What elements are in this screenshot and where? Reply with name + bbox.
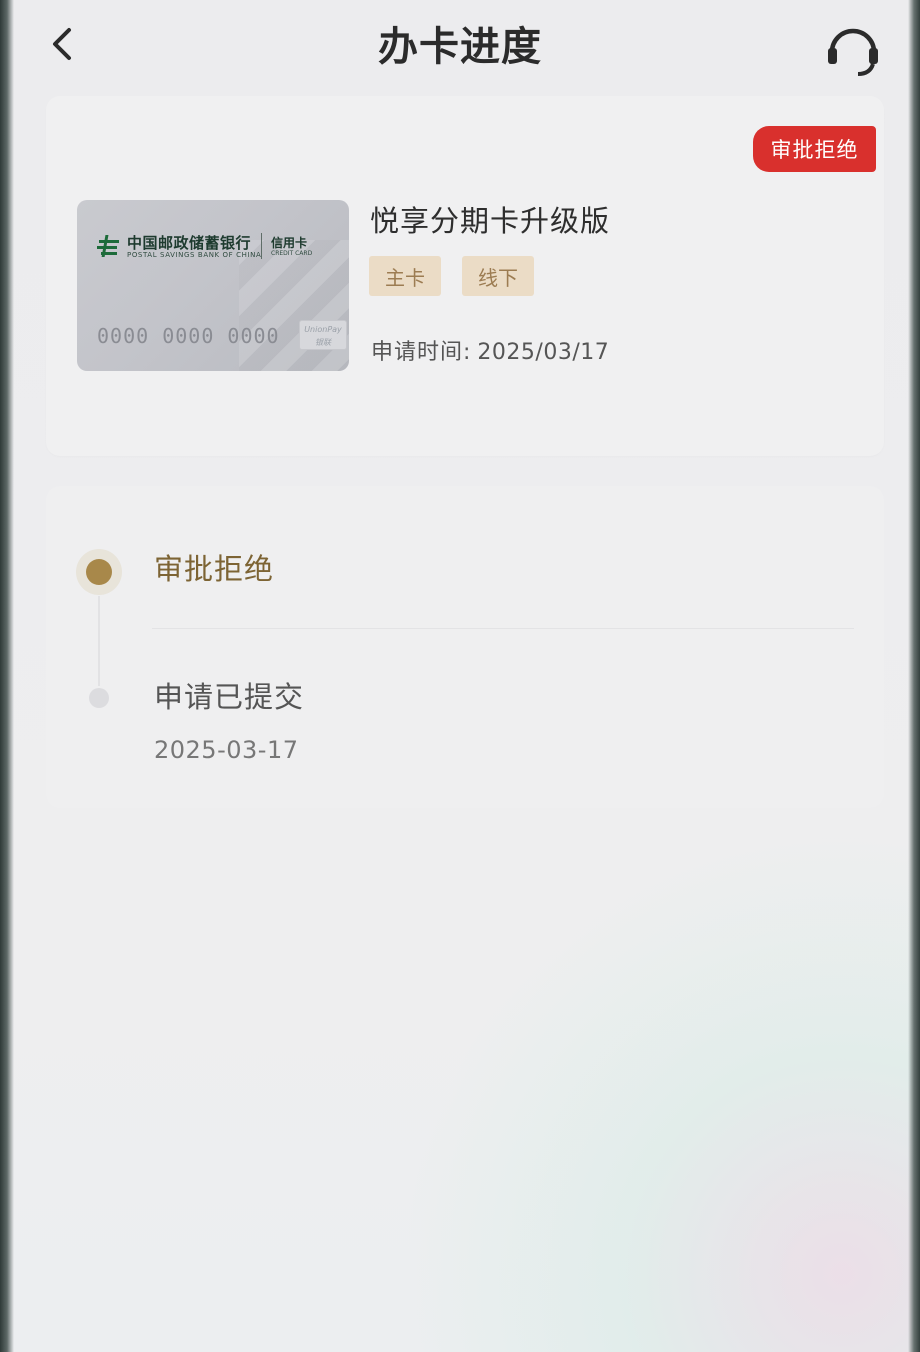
bank-name-english: POSTAL SAVINGS BANK OF CHINA <box>127 251 262 259</box>
device-edge-left <box>0 0 14 1352</box>
step-divider <box>152 628 854 629</box>
step-title-submitted: 申请已提交 <box>154 680 305 714</box>
apply-time-label: 申请时间: <box>371 340 472 365</box>
product-name: 悦享分期卡升级版 <box>370 204 611 238</box>
tag-offline: 线下 <box>462 256 534 296</box>
unionpay-logo: UnionPay 银联 <box>299 320 347 350</box>
card-divider <box>261 233 262 259</box>
page-title: 办卡进度 <box>378 24 542 70</box>
card-type: 信用卡 <box>271 236 308 250</box>
timeline-line <box>98 596 100 686</box>
postal-bank-logo-icon <box>97 235 119 257</box>
card-type-english: CREDIT CARD <box>271 250 313 257</box>
timeline-dot-active <box>86 559 112 585</box>
step-title-rejected: 审批拒绝 <box>154 552 275 586</box>
apply-time: 申请时间: 2025/03/17 <box>371 334 609 366</box>
device-edge-right <box>908 0 920 1352</box>
timeline-dot-inactive <box>89 688 109 708</box>
step-date-submitted: 2025-03-17 <box>154 736 299 764</box>
header: 办卡进度 <box>0 0 920 90</box>
bank-name: 中国邮政储蓄银行 <box>127 234 252 252</box>
apply-time-value: 2025/03/17 <box>477 340 610 365</box>
customer-service-button[interactable] <box>822 18 884 80</box>
tag-primary-card: 主卡 <box>369 256 441 296</box>
credit-card-image: 中国邮政储蓄银行 POSTAL SAVINGS BANK OF CHINA 信用… <box>77 200 349 371</box>
status-badge: 审批拒绝 <box>753 126 876 172</box>
background-sheen <box>400 832 920 1352</box>
card-decoration <box>239 240 349 371</box>
headset-icon <box>828 28 878 76</box>
card-number: 0000 0000 0000 <box>97 324 280 348</box>
